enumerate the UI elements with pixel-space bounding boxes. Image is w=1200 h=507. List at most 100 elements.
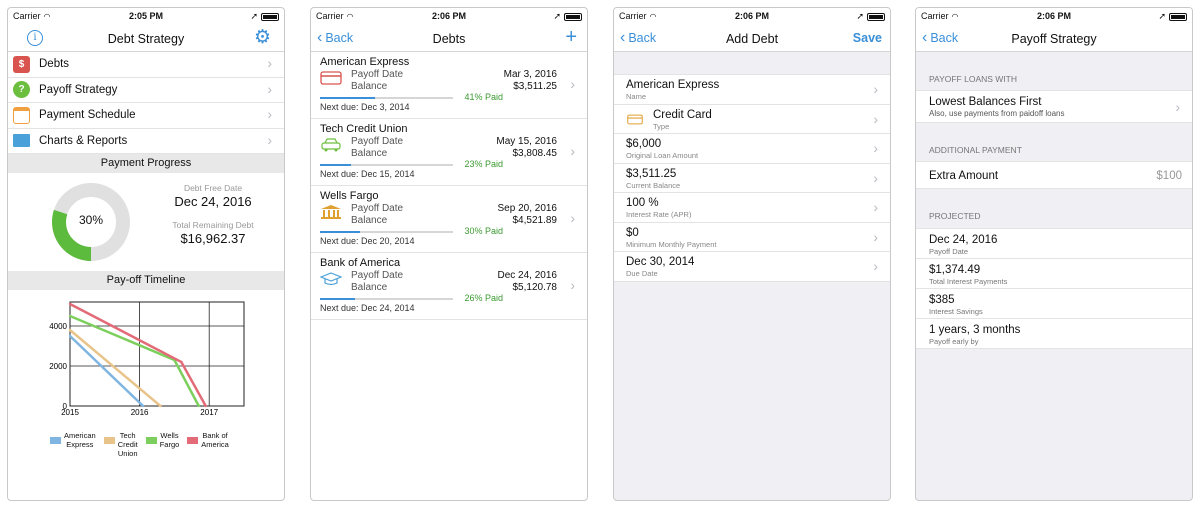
menu-item[interactable]: ? Payoff Strategy › [8, 78, 284, 103]
paid-percent: 23% Paid [464, 159, 503, 169]
balance-value: $3,511.25 [513, 81, 557, 92]
menu-item-label: Payoff Strategy [39, 83, 118, 96]
field-value: Dec 30, 2014 [626, 256, 695, 268]
projected-item: $385 Interest Savings [916, 289, 1192, 319]
x-tick-label: 2016 [131, 408, 149, 417]
nav-bar: ‹ Back Debts + [311, 25, 587, 52]
credit-card-icon [320, 71, 342, 85]
add-debt-button[interactable]: + [565, 26, 577, 49]
projected-value: $1,374.49 [929, 264, 981, 276]
data-point [204, 404, 207, 408]
form-field[interactable]: 100 % Interest Rate (APR) › [614, 193, 890, 223]
data-point [68, 328, 72, 332]
chevron-right-icon: › [267, 131, 272, 148]
projected-label: Interest Savings [929, 307, 983, 316]
x-tick-label: 2017 [200, 408, 218, 417]
chevron-right-icon: › [873, 258, 878, 274]
balance-label: Balance [351, 148, 388, 159]
menu-item[interactable]: $ Debts › [8, 52, 284, 78]
form-field[interactable]: American Express Name › [614, 75, 890, 105]
chart-legend: American Express Tech Credit Union Wells F… [50, 431, 280, 458]
field-label: Original Loan Amount [626, 151, 699, 160]
projected-label: Payoff Date [929, 247, 969, 256]
projected-value: Dec 24, 2016 [929, 234, 998, 246]
save-button[interactable]: Save [853, 31, 882, 45]
chevron-right-icon: › [267, 55, 272, 71]
screen-payoff-strategy: Carrier ◠ 2:06 PM ➚ ‹ Back Payoff Strategy… [915, 7, 1193, 501]
debt-row[interactable]: American Express Payoff Date Balance Mar 3,… [311, 52, 587, 119]
paid-progress-fill [320, 298, 355, 300]
field-label: Minimum Monthly Payment [626, 239, 717, 249]
form-field[interactable]: $6,000 Original Loan Amount › [614, 134, 890, 164]
extra-amount-row[interactable]: Extra Amount $100 [916, 161, 1192, 189]
next-due: Next due: Dec 15, 2014 [320, 169, 415, 179]
projected-item: $1,374.49 Total Interest Payments [916, 259, 1192, 289]
bank-icon [321, 205, 341, 219]
debt-row[interactable]: Tech Credit Union Payoff Date Balance May 1… [311, 119, 587, 186]
status-bar: Carrier ◠ 2:06 PM ➚ [614, 8, 890, 25]
clock: 2:06 PM [431, 11, 466, 21]
paid-progress-fill [320, 231, 360, 233]
progress-header: Payment Progress [8, 154, 284, 173]
strategy-value: Lowest Balances First [929, 96, 1042, 108]
menu-item[interactable]: Charts & Reports › [8, 129, 284, 154]
data-point [68, 334, 72, 338]
paid-progress-fill [320, 97, 375, 99]
projected-item: 1 years, 3 months Payoff early by [916, 319, 1192, 349]
page-title: Debt Strategy [107, 32, 185, 46]
data-point [68, 302, 72, 306]
debt-name: Tech Credit Union [320, 123, 408, 135]
location-icon: ➚ [553, 11, 561, 21]
menu-item[interactable]: Payment Schedule › [8, 103, 284, 129]
chevron-right-icon: › [570, 143, 575, 159]
paid-progress-bar [320, 231, 453, 233]
field-value: $6,000 [626, 138, 662, 150]
paid-progress-bar [320, 298, 453, 300]
legend-label: Tech Credit Union [117, 431, 138, 458]
screen-debt-strategy: Carrier ◠ 2:05 PM ➚ i Debt Strategy ⚙ $ De… [7, 7, 285, 501]
field-value: American Express [626, 79, 720, 91]
field-value: Credit Card [653, 108, 712, 121]
form-field[interactable]: $3,511.25 Current Balance › [614, 163, 890, 193]
next-due: Next due: Dec 3, 2014 [320, 102, 410, 112]
paid-percent: 41% Paid [464, 92, 503, 102]
paid-percent: 30% Paid [464, 226, 503, 236]
payoff-date-value: Dec 24, 2016 [497, 270, 558, 281]
debt-list: American Express Payoff Date Balance Mar 3,… [311, 52, 587, 320]
paid-progress-bar [320, 97, 453, 99]
debt-form: American Express Name › Credit Card Type › $6,… [614, 74, 890, 282]
legend-swatch [187, 437, 199, 444]
field-label: Type [653, 121, 670, 131]
strategy-selector[interactable]: Lowest Balances First Also, use payments… [916, 90, 1192, 123]
legend-label: Bank of America [201, 431, 229, 449]
debt-name: Wells Fargo [320, 190, 379, 202]
legend-item: Bank of America [187, 431, 229, 458]
form-field[interactable]: $0 Minimum Monthly Payment › [614, 222, 890, 252]
debt-row[interactable]: Bank of America Payoff Date Balance Dec 24,… [311, 253, 587, 320]
chevron-right-icon: › [873, 199, 878, 215]
form-field[interactable]: Credit Card Type › [614, 104, 890, 134]
paid-percent: 26% Paid [464, 293, 503, 303]
form-field[interactable]: Dec 30, 2014 Due Date › [614, 252, 890, 282]
legend-swatch [103, 437, 115, 444]
series-line-0 [69, 335, 144, 407]
page-title: Add Debt [725, 32, 779, 46]
battery-icon [1169, 12, 1187, 21]
location-icon: ➚ [1158, 11, 1166, 21]
gear-icon[interactable]: ⚙ [254, 28, 271, 47]
nav-bar: ‹ Back Add Debt Save [614, 25, 890, 52]
field-value: $0 [626, 226, 639, 239]
legend-label: Wells Fargo [159, 431, 180, 449]
projected-item: Dec 24, 2016 Payoff Date [916, 229, 1192, 259]
battery-icon [261, 12, 279, 21]
timeline-header: Pay-off Timeline [8, 271, 284, 290]
page-title: Payoff Strategy [1011, 32, 1097, 46]
chevron-right-icon: › [873, 228, 878, 245]
question-icon: ? [13, 81, 30, 99]
data-point [68, 314, 72, 318]
chevron-right-icon: › [570, 76, 575, 92]
debt-row[interactable]: Wells Fargo Payoff Date Balance Sep 20, 201… [311, 186, 587, 253]
field-label: Current Balance [626, 180, 681, 190]
legend-item: Wells Fargo [145, 431, 180, 458]
screen-debts: Carrier ◠ 2:06 PM ➚ ‹ Back Debts + America… [310, 7, 588, 501]
